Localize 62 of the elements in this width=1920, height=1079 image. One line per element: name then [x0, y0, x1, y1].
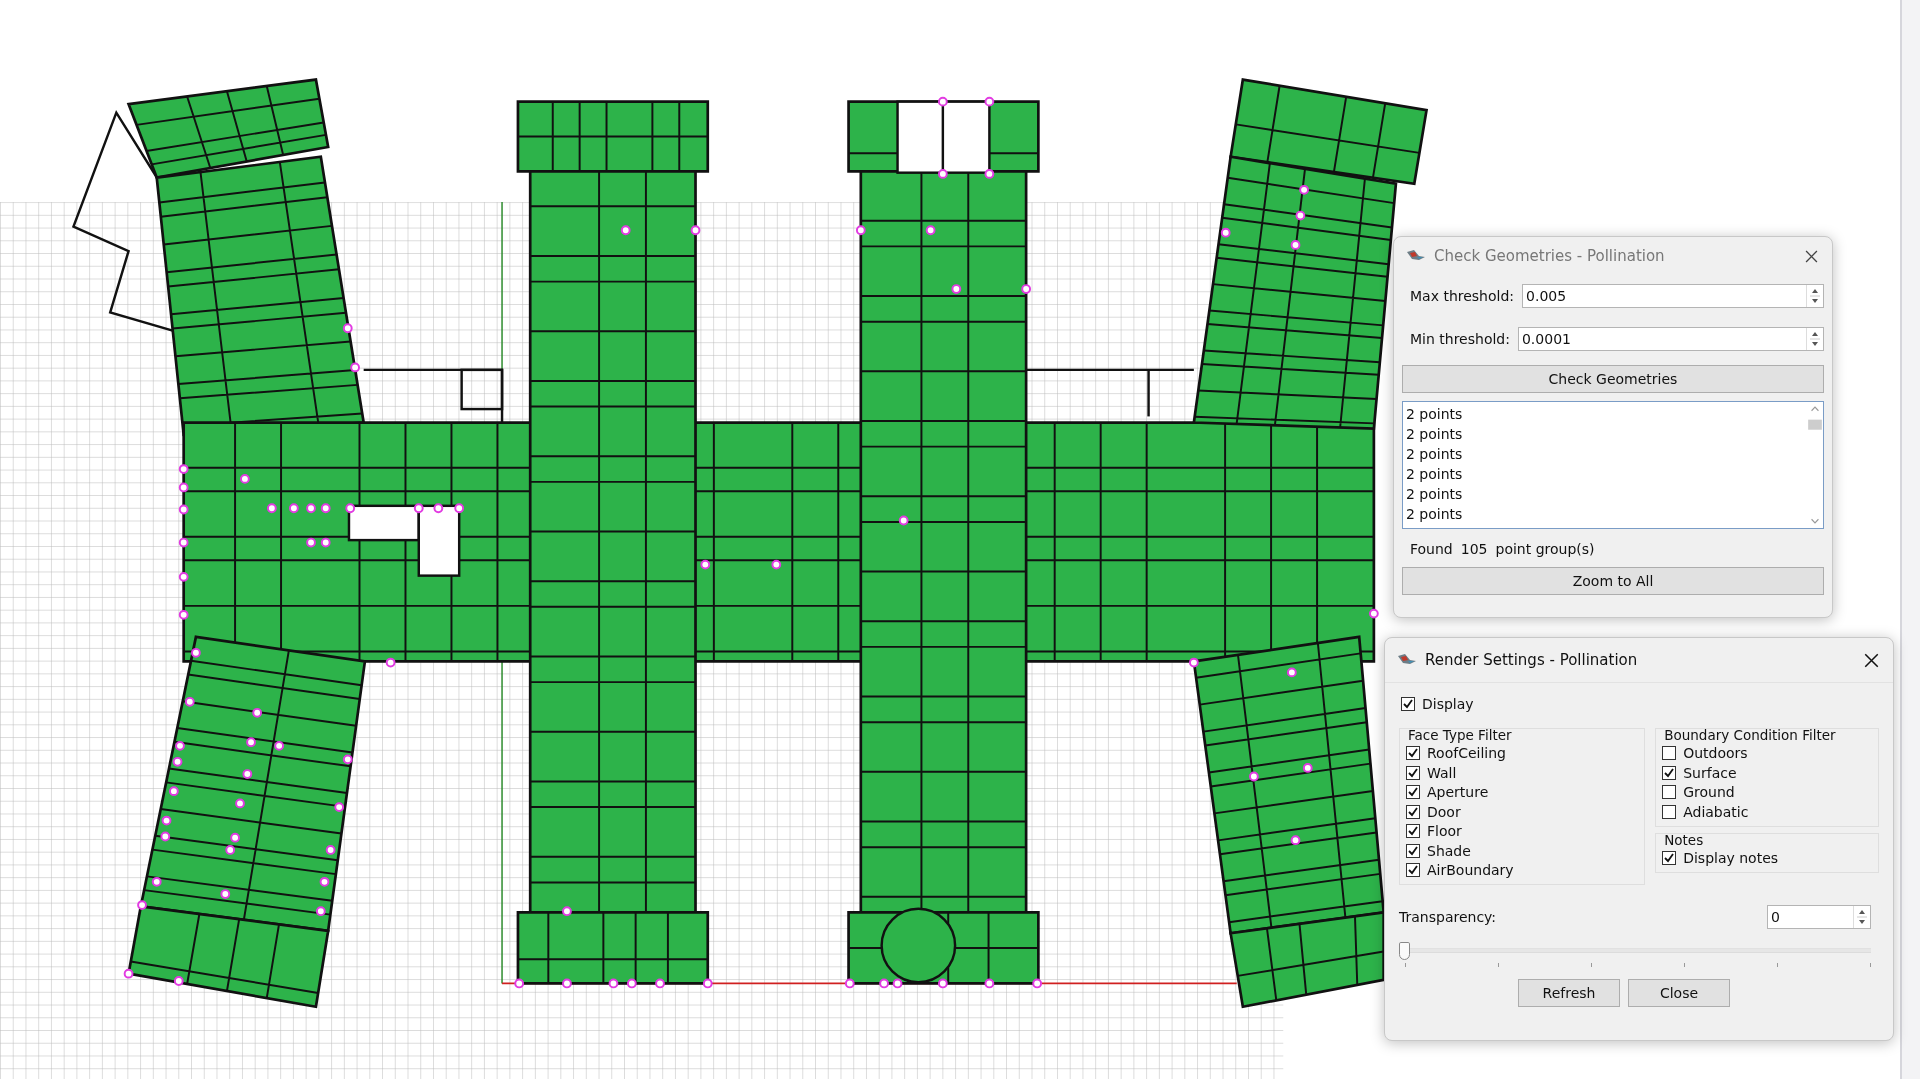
checkbox[interactable] [1662, 765, 1677, 780]
dialog-button[interactable]: Close [1628, 979, 1730, 1007]
field-label: Min threshold: [1410, 331, 1510, 347]
transparency-field[interactable]: 0 [1767, 905, 1871, 929]
checkbox[interactable] [1662, 851, 1677, 866]
checkbox[interactable] [1662, 746, 1677, 761]
checkbox[interactable] [1406, 824, 1420, 839]
tick-mark [1405, 963, 1406, 967]
threshold-field[interactable]: 0.0001 [1517, 327, 1824, 351]
checkbox[interactable] [1662, 804, 1677, 819]
tick-mark [1684, 963, 1685, 967]
close-icon[interactable] [1864, 652, 1879, 668]
checkbox-label[interactable]: Aperture [1427, 784, 1489, 801]
threshold-field[interactable]: 0.005 [1522, 284, 1824, 308]
checkbox[interactable] [1406, 746, 1420, 761]
checkbox-label[interactable]: Outdoors [1683, 745, 1748, 762]
checkbox-label[interactable]: Ground [1683, 784, 1735, 801]
checkbox[interactable] [1406, 863, 1420, 878]
slider-thumb[interactable] [1399, 942, 1410, 960]
tick-mark [1777, 963, 1778, 967]
spinner-icon[interactable] [1853, 906, 1870, 928]
checkbox-label[interactable]: Surface [1683, 764, 1737, 781]
checkbox-label[interactable]: RoofCeiling [1427, 745, 1506, 762]
check-geometries-button[interactable]: Check Geometries [1402, 365, 1824, 393]
checkbox[interactable] [1406, 765, 1420, 780]
found-count: 105 [1460, 541, 1488, 557]
checkbox-label[interactable]: Display [1422, 695, 1474, 712]
checkbox[interactable] [1406, 804, 1420, 819]
checkbox-label[interactable]: Wall [1427, 764, 1457, 781]
checkbox-label[interactable]: AirBoundary [1427, 862, 1514, 879]
checkbox[interactable] [1401, 696, 1415, 711]
checkbox-label[interactable]: Adiabatic [1683, 803, 1749, 820]
checkbox[interactable] [1662, 785, 1677, 800]
close-icon[interactable] [1805, 249, 1818, 263]
tick-mark [1591, 963, 1592, 967]
field-label: Transparency: [1399, 909, 1497, 925]
group-title: Notes [1664, 831, 1705, 849]
checkbox-label[interactable]: Display notes [1683, 850, 1779, 867]
spinner-icon[interactable] [1806, 285, 1823, 307]
list-item[interactable]: 2 points [1406, 404, 1804, 424]
checkbox-label[interactable]: Shade [1427, 842, 1471, 859]
list-item[interactable]: 2 points [1406, 484, 1804, 504]
field-label: Max threshold: [1410, 288, 1515, 304]
checkbox-label[interactable]: Door [1427, 803, 1461, 820]
list-item[interactable]: 2 points [1406, 444, 1804, 464]
window-title: Check Geometries - Pollination [1434, 247, 1666, 265]
checkbox[interactable] [1406, 785, 1420, 800]
spinner-icon[interactable] [1806, 328, 1823, 350]
group-title: Boundary Condition Filter [1664, 726, 1837, 744]
tick-mark [1498, 963, 1499, 967]
found-label: point group(s) [1495, 541, 1595, 557]
dialog-button[interactable]: Refresh [1518, 979, 1620, 1007]
checkbox[interactable] [1406, 843, 1420, 858]
list-item[interactable]: 2 points [1406, 464, 1804, 484]
group-title: Face Type Filter [1408, 726, 1513, 744]
found-label: Found [1410, 541, 1453, 557]
list-item[interactable]: 2 points [1406, 504, 1804, 524]
window-title: Render Settings - Pollination [1425, 651, 1639, 669]
zoom-to-all-button[interactable]: Zoom to All [1402, 567, 1824, 595]
list-item[interactable]: 2 points [1406, 424, 1804, 444]
checkbox-label[interactable]: Floor [1427, 823, 1462, 840]
tick-mark [1870, 963, 1871, 967]
